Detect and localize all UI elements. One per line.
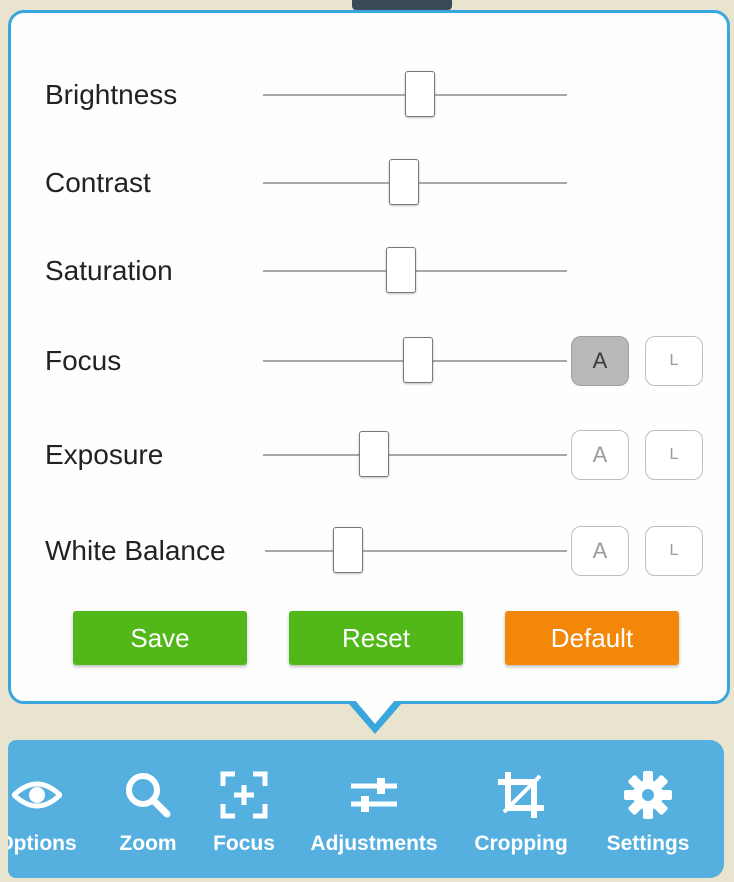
contrast-label: Contrast	[45, 167, 151, 198]
exposure-lock-button[interactable]: L	[645, 430, 703, 480]
slider-track	[265, 550, 567, 552]
slider-thumb[interactable]	[389, 159, 419, 205]
adjustments-popover: Brightness Contrast Saturation Focus A L…	[8, 10, 730, 704]
top-edge-fragment	[352, 0, 452, 10]
exposure-slider[interactable]	[263, 431, 567, 479]
toolbar-item-zoom[interactable]: Zoom	[108, 740, 188, 878]
toolbar-item-options[interactable]: Options	[8, 740, 92, 878]
focus-auto-button[interactable]: A	[571, 336, 629, 386]
toolbar-label-focus: Focus	[213, 832, 275, 855]
toolbar-label-adjustments: Adjustments	[310, 832, 438, 855]
gear-icon	[624, 771, 672, 819]
eye-icon	[12, 781, 62, 809]
white-balance-label: White Balance	[45, 535, 226, 566]
brightness-row: Brightness	[11, 69, 731, 121]
brightness-label: Brightness	[45, 79, 178, 110]
exposure-row: Exposure A L	[11, 429, 731, 481]
toolbar-label-settings: Settings	[606, 832, 690, 855]
slider-track	[263, 454, 567, 456]
focus-lock-button[interactable]: L	[645, 336, 703, 386]
saturation-slider[interactable]	[263, 247, 567, 295]
toolbar-item-settings[interactable]: Settings	[596, 740, 700, 878]
toolbar-label-cropping: Cropping	[474, 832, 568, 855]
bottom-toolbar: Options Zoom Focus Adjustments C	[8, 740, 724, 878]
crop-icon	[498, 772, 544, 818]
white-balance-auto-button[interactable]: A	[571, 526, 629, 576]
toolbar-item-adjustments[interactable]: Adjustments	[304, 740, 444, 878]
reset-button[interactable]: Reset	[289, 611, 463, 665]
brightness-slider[interactable]	[263, 71, 567, 119]
toolbar-item-cropping[interactable]: Cropping	[464, 740, 578, 878]
contrast-row: Contrast	[11, 157, 731, 209]
focus-frame-icon	[220, 771, 268, 819]
slider-thumb[interactable]	[333, 527, 363, 573]
save-button[interactable]: Save	[73, 611, 247, 665]
popover-pointer-fill	[354, 699, 396, 724]
default-button[interactable]: Default	[505, 611, 679, 665]
exposure-auto-button[interactable]: A	[571, 430, 629, 480]
sliders-icon	[351, 778, 397, 812]
saturation-label: Saturation	[45, 255, 173, 286]
focus-label: Focus	[45, 345, 122, 376]
contrast-slider[interactable]	[263, 159, 567, 207]
magnifier-icon	[126, 773, 171, 818]
focus-row: Focus A L	[11, 335, 731, 387]
exposure-label: Exposure	[45, 439, 164, 470]
toolbar-label-zoom: Zoom	[119, 832, 177, 855]
white-balance-lock-button[interactable]: L	[645, 526, 703, 576]
slider-thumb[interactable]	[403, 337, 433, 383]
saturation-row: Saturation	[11, 245, 731, 297]
white-balance-row: White Balance A L	[11, 525, 731, 577]
white-balance-slider[interactable]	[265, 527, 567, 575]
toolbar-item-focus[interactable]: Focus	[204, 740, 284, 878]
toolbar-label-options: Options	[8, 832, 77, 855]
focus-slider[interactable]	[263, 337, 567, 385]
slider-thumb[interactable]	[386, 247, 416, 293]
slider-thumb[interactable]	[405, 71, 435, 117]
slider-thumb[interactable]	[359, 431, 389, 477]
